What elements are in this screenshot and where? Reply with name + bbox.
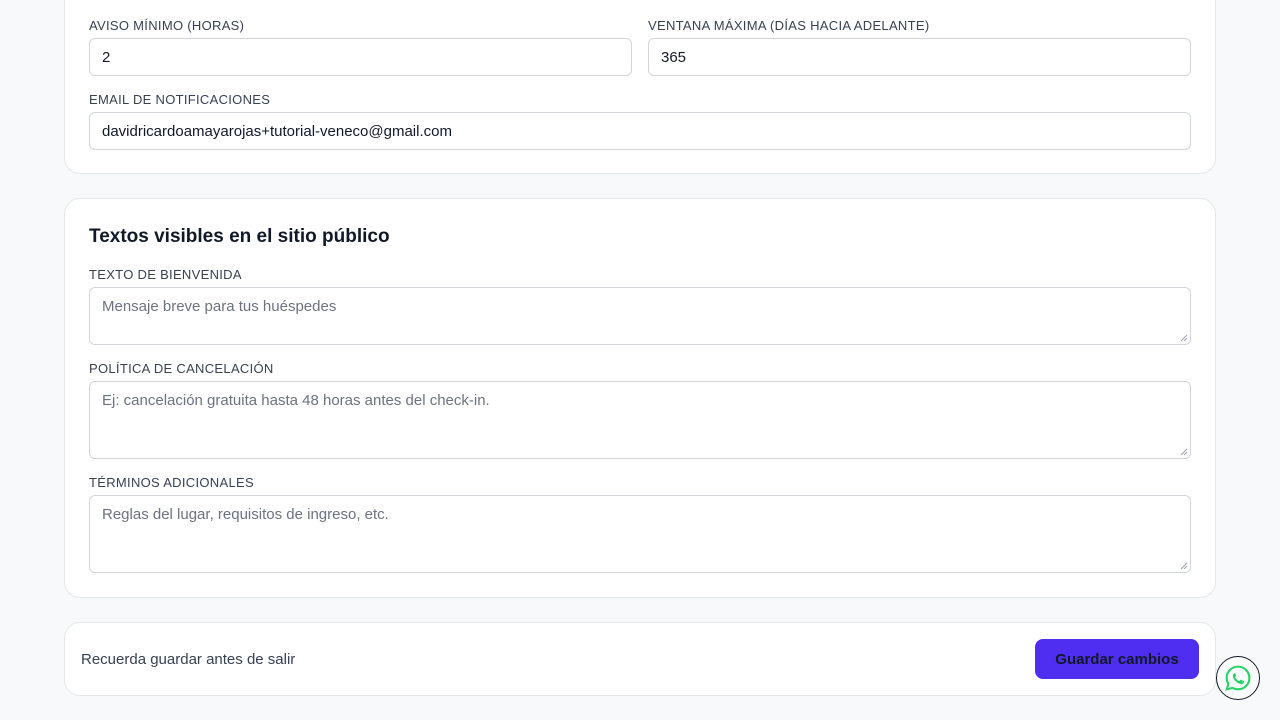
welcome-text-label: TEXTO DE BIENVENIDA <box>89 267 242 282</box>
cancellation-policy-label: POLÍTICA DE CANCELACIÓN <box>89 361 274 376</box>
resize-grip-icon[interactable] <box>1180 562 1188 570</box>
terms-placeholder: Reglas del lugar, requisitos de ingreso,… <box>102 506 389 523</box>
section-title: Textos visibles en el sitio público <box>89 226 390 247</box>
save-reminder-text: Recuerda guardar antes de salir <box>81 651 296 668</box>
notification-email-label: EMAIL DE NOTIFICACIONES <box>89 92 271 107</box>
save-bar: Recuerda guardar antes de salir Guardar … <box>64 622 1216 696</box>
public-texts-card: Textos visibles en el sitio público TEXT… <box>64 198 1216 598</box>
cancellation-placeholder: Ej: cancelación gratuita hasta 48 horas … <box>102 392 490 409</box>
min-notice-label: AVISO MÍNIMO (HORAS) <box>89 18 245 33</box>
additional-terms-textarea[interactable]: Reglas del lugar, requisitos de ingreso,… <box>89 495 1191 573</box>
resize-grip-icon[interactable] <box>1180 334 1188 342</box>
min-notice-input[interactable] <box>89 38 632 76</box>
save-changes-button[interactable]: Guardar cambios <box>1035 639 1199 679</box>
max-window-label: VENTANA MÁXIMA (DÍAS HACIA ADELANTE) <box>648 18 930 33</box>
welcome-textarea[interactable]: Mensaje breve para tus huéspedes <box>89 287 1191 345</box>
additional-terms-label: TÉRMINOS ADICIONALES <box>89 475 254 490</box>
welcome-placeholder: Mensaje breve para tus huéspedes <box>102 298 337 315</box>
settings-page: AVISO MÍNIMO (HORAS) VENTANA MÁXIMA (DÍA… <box>0 0 1280 720</box>
whatsapp-icon <box>1225 665 1251 691</box>
notification-email-input[interactable] <box>89 112 1191 150</box>
max-window-input[interactable] <box>648 38 1191 76</box>
booking-rules-card: AVISO MÍNIMO (HORAS) VENTANA MÁXIMA (DÍA… <box>64 0 1216 174</box>
whatsapp-button[interactable] <box>1216 656 1260 700</box>
resize-grip-icon[interactable] <box>1180 448 1188 456</box>
cancellation-policy-textarea[interactable]: Ej: cancelación gratuita hasta 48 horas … <box>89 381 1191 459</box>
